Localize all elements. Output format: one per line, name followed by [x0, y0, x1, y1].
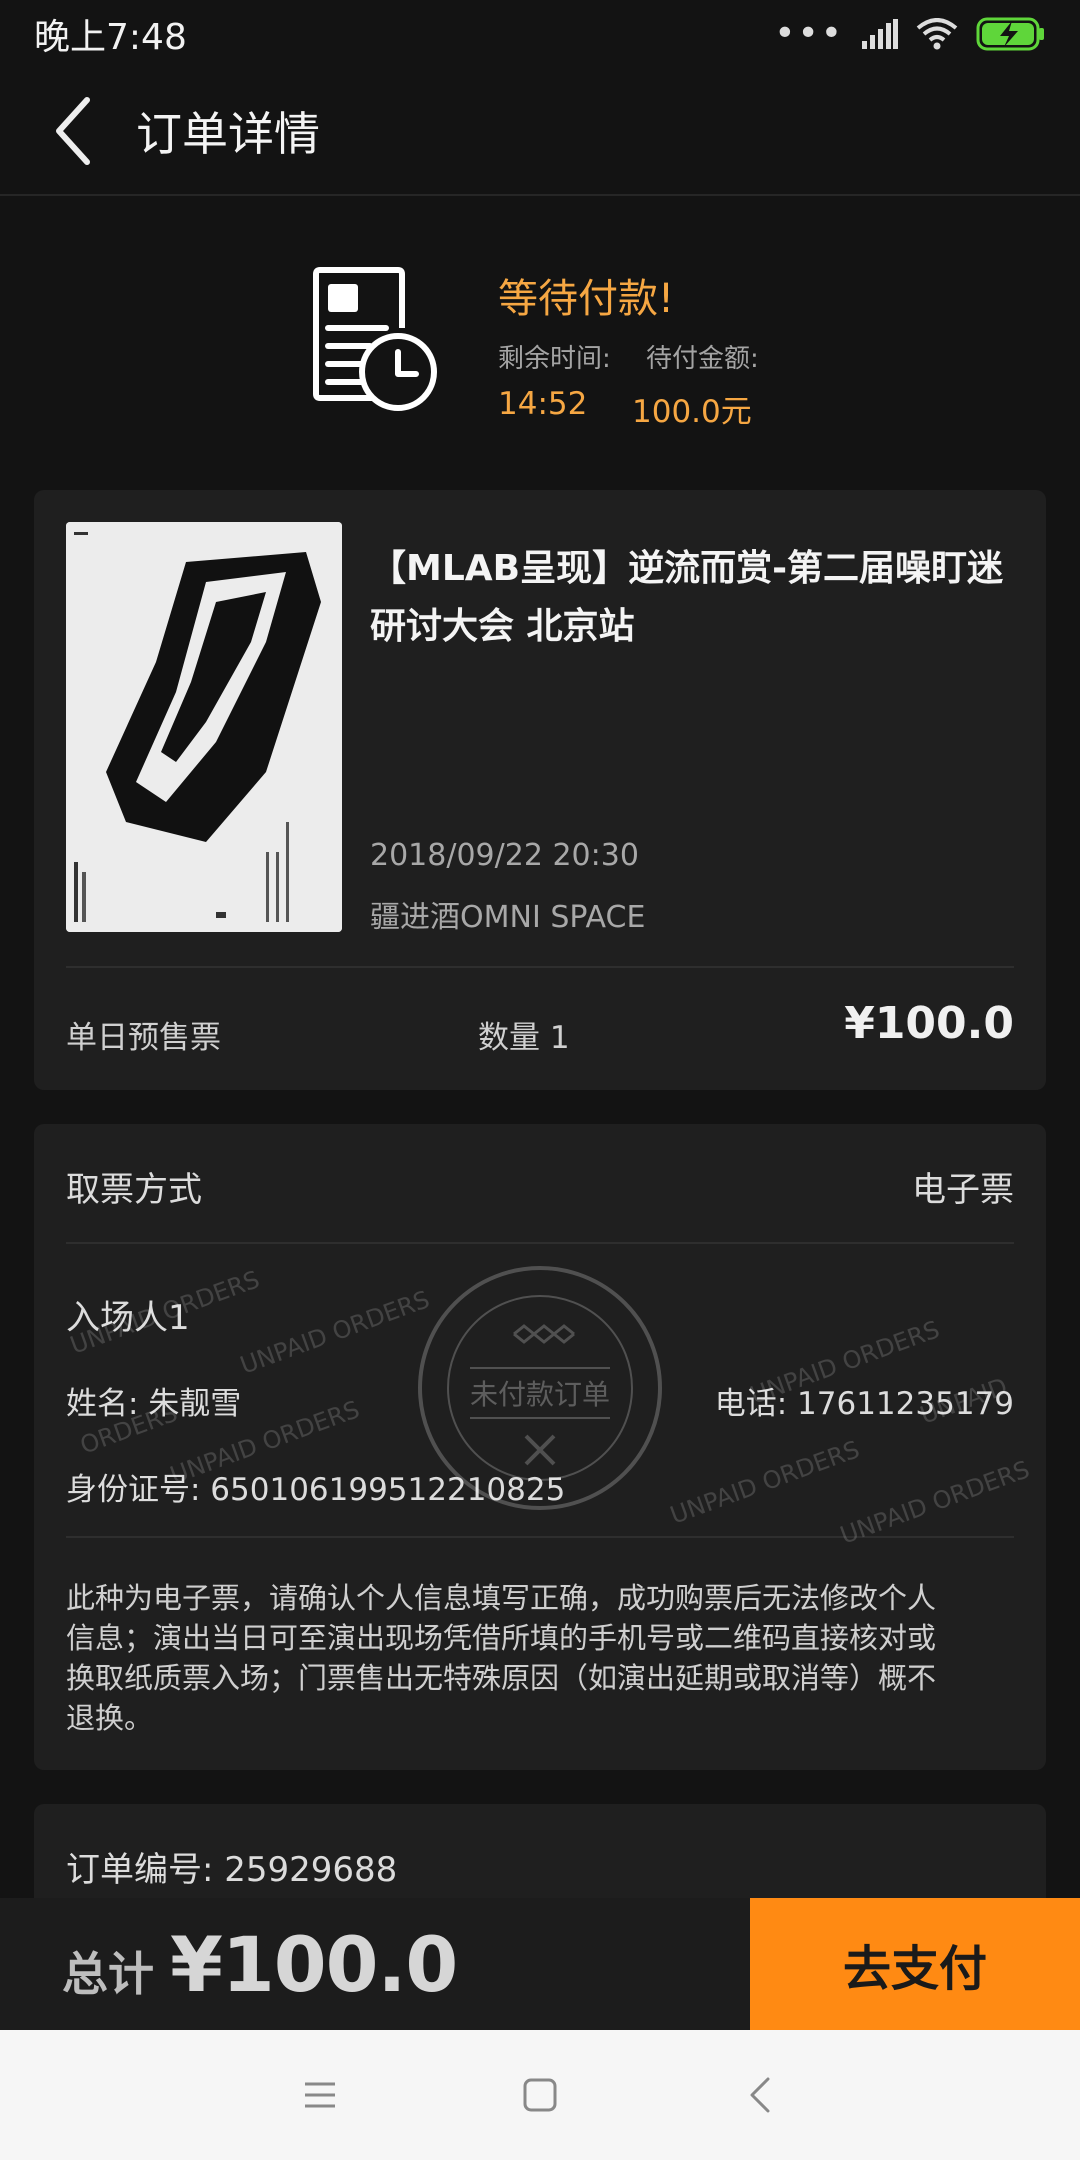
back-chevron-icon — [750, 2077, 770, 2113]
stamp-text: 未付款订单 — [470, 1378, 610, 1411]
svg-text:UNPAID ORDERS: UNPAID ORDERS — [666, 1435, 863, 1529]
amount-due-label: 待付金额: — [646, 344, 759, 374]
system-home-button[interactable] — [430, 2030, 650, 2160]
nav-bar: 订单详情 — [0, 68, 1080, 196]
event-title: 【MLAB呈现】逆流而赏-第二届噪盯迷研讨大会 北京站 — [370, 548, 1004, 647]
event-poster-image — [66, 522, 342, 932]
status-bar: 晚上7:48 ••• — [0, 0, 1080, 68]
pay-now-button[interactable]: 去支付 — [750, 1898, 1080, 2030]
amount-due-value: 100.0元 — [632, 394, 752, 430]
event-datetime: 2018/09/22 20:30 — [370, 838, 639, 873]
system-nav-bar — [0, 2030, 1080, 2160]
total-amount: ¥100.0 — [170, 1920, 458, 2009]
svg-text:UNPAID ORDERS: UNPAID ORDERS — [236, 1285, 433, 1379]
attendee-id-number: 身份证号: 650106199512210825 — [66, 1472, 566, 1508]
divider — [66, 1242, 1014, 1244]
back-button[interactable] — [18, 67, 128, 195]
poster-artwork — [66, 522, 342, 932]
pickup-method-value: 电子票 — [912, 1170, 1014, 1210]
order-number: 订单编号: 25929688 — [66, 1850, 398, 1890]
pending-document-clock-icon — [313, 267, 437, 411]
home-square-icon — [523, 2078, 557, 2112]
attendee-heading: 入场人1 — [66, 1298, 190, 1338]
ticket-price: ¥100.0 — [844, 998, 1014, 1049]
attendee-name: 姓名: 朱靓雪 — [66, 1386, 242, 1422]
pickup-method-label: 取票方式 — [66, 1170, 202, 1210]
attendee-phone: 电话: 17611235179 — [714, 1386, 1014, 1422]
more-dots-icon: ••• — [774, 13, 844, 54]
system-menu-button[interactable] — [210, 2030, 430, 2160]
pay-bar: 总计 ¥100.0 去支付 — [0, 1898, 1080, 2030]
divider — [66, 966, 1014, 968]
e-ticket-notice: 此种为电子票，请确认个人信息填写正确，成功购票后无法修改个人信息；演出当日可至演… — [66, 1581, 937, 1735]
event-venue: 疆进酒OMNI SPACE — [370, 900, 646, 935]
system-back-button[interactable] — [650, 2030, 870, 2160]
status-title: 等待付款! — [498, 276, 675, 322]
event-card[interactable]: 【MLAB呈现】逆流而赏-第二届噪盯迷研讨大会 北京站 2018/09/22 2… — [34, 490, 1046, 1090]
status-time: 晚上7:48 — [34, 17, 187, 58]
battery-charging-icon — [976, 17, 1044, 51]
status-icons: ••• — [774, 16, 1046, 52]
menu-icon — [305, 2082, 335, 2108]
chevron-left-icon — [56, 97, 90, 165]
ticket-quantity: 数量 1 — [478, 1020, 570, 1056]
ticket-type: 单日预售票 — [66, 1020, 221, 1056]
wifi-icon — [916, 18, 958, 50]
signal-icon — [862, 19, 898, 49]
remaining-time-value: 14:52 — [498, 386, 588, 422]
divider — [66, 1536, 1014, 1538]
page-title: 订单详情 — [136, 107, 320, 161]
total-label: 总计 — [62, 1947, 154, 2001]
payment-status-header: 等待付款! 剩余时间: 待付金额: 14:52 100.0元 — [0, 250, 1080, 450]
ticket-info-card: 取票方式 电子票 入场人1 姓名: 朱靓雪 电话: 17611235179 身份… — [34, 1124, 1046, 1770]
remaining-time-label: 剩余时间: — [498, 344, 611, 374]
